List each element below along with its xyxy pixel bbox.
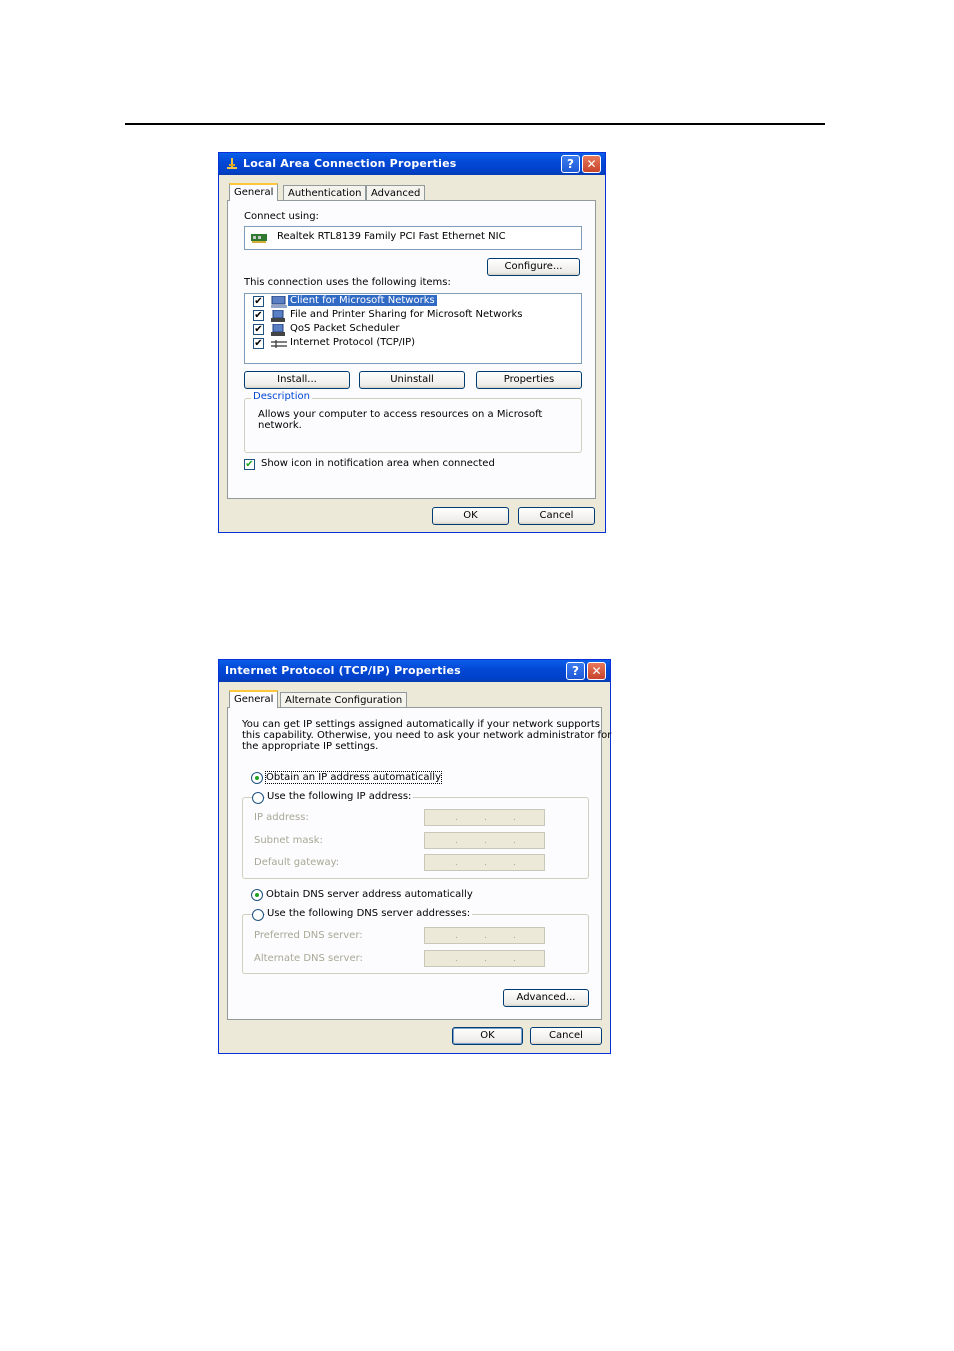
close-button[interactable]: ✕ xyxy=(582,155,601,173)
item-label: Internet Protocol (TCP/IP) xyxy=(290,337,416,348)
qos-scheduler-icon xyxy=(271,324,285,336)
dialog1-titlebar[interactable]: Local Area Connection Properties ? ✕ xyxy=(219,153,605,175)
use-following-dns-label[interactable]: Use the following DNS server addresses: xyxy=(265,908,473,919)
tab-alternate-configuration[interactable]: Alternate Configuration xyxy=(280,692,408,708)
tab-alternate-configuration-label: Alternate Configuration xyxy=(285,695,403,706)
tab-advanced-label: Advanced xyxy=(371,188,421,199)
dialog1-title: Local Area Connection Properties xyxy=(243,157,457,170)
default-gateway-field: ... xyxy=(424,854,545,871)
item-checkbox[interactable]: ✔ xyxy=(253,324,264,335)
radio-selected-dot xyxy=(255,776,259,780)
list-item[interactable]: ✔ QoS Packet Scheduler xyxy=(245,323,581,337)
ok-button[interactable]: OK xyxy=(432,507,509,525)
tab-general[interactable]: General xyxy=(229,183,279,201)
file-sharing-icon xyxy=(271,310,285,322)
preferred-dns-label: Preferred DNS server: xyxy=(254,930,363,941)
help-icon: ? xyxy=(567,157,574,171)
list-item[interactable]: ✔ Internet Protocol (TCP/IP) xyxy=(245,337,581,351)
check-icon: ✔ xyxy=(254,310,263,321)
use-following-dns-radio[interactable] xyxy=(252,909,264,921)
check-icon: ✔ xyxy=(254,338,263,349)
close-icon: ✕ xyxy=(591,664,602,678)
dialog1-general-panel: Connect using: Realtek RTL8139 Family PC… xyxy=(227,200,596,499)
items-label: This connection uses the following items… xyxy=(244,277,451,288)
static-ip-group: Use the following IP address: IP address… xyxy=(242,791,589,879)
help-button[interactable]: ? xyxy=(561,155,580,173)
alternate-dns-label: Alternate DNS server: xyxy=(254,953,363,964)
adapter-field: Realtek RTL8139 Family PCI Fast Ethernet… xyxy=(244,226,582,250)
description-legend: Description xyxy=(251,391,312,402)
description-group: Description Allows your computer to acce… xyxy=(244,391,582,453)
ip-address-field: ... xyxy=(424,809,545,826)
ip-address-label: IP address: xyxy=(254,812,309,823)
network-connection-icon xyxy=(227,158,237,169)
preferred-dns-field: ... xyxy=(424,927,545,944)
dialog2-title: Internet Protocol (TCP/IP) Properties xyxy=(225,664,461,677)
subnet-mask-label: Subnet mask: xyxy=(254,835,323,846)
list-item[interactable]: ✔ Client for Microsoft Networks xyxy=(245,294,581,309)
tab-general[interactable]: General xyxy=(229,690,279,708)
item-label: QoS Packet Scheduler xyxy=(290,323,400,334)
item-checkbox[interactable]: ✔ xyxy=(253,296,264,307)
tab-general-label: General xyxy=(234,187,274,198)
tcpip-properties-dialog: Internet Protocol (TCP/IP) Properties ? … xyxy=(218,659,611,1054)
cancel-button[interactable]: Cancel xyxy=(518,507,595,525)
tab-authentication[interactable]: Authentication xyxy=(283,185,367,201)
connect-using-label: Connect using: xyxy=(244,211,319,222)
intro-text-line1: You can get IP settings assigned automat… xyxy=(242,719,600,730)
item-label: File and Printer Sharing for Microsoft N… xyxy=(290,309,523,320)
use-following-ip-radio[interactable] xyxy=(252,792,264,804)
subnet-mask-field: ... xyxy=(424,832,545,849)
tab-authentication-label: Authentication xyxy=(288,188,362,199)
radio-selected-dot xyxy=(255,893,259,897)
local-area-connection-dialog: Local Area Connection Properties ? ✕ Gen… xyxy=(218,152,606,533)
check-icon: ✔ xyxy=(245,459,254,470)
default-gateway-label: Default gateway: xyxy=(254,857,340,868)
dialog2-general-panel: You can get IP settings assigned automat… xyxy=(227,707,611,1020)
item-label-text: Client for Microsoft Networks xyxy=(287,294,438,307)
use-following-ip-label[interactable]: Use the following IP address: xyxy=(265,791,414,802)
item-label: Client for Microsoft Networks xyxy=(287,294,438,307)
properties-button[interactable]: Properties xyxy=(476,371,582,389)
ok-button[interactable]: OK xyxy=(452,1027,523,1045)
item-checkbox[interactable]: ✔ xyxy=(253,310,264,321)
network-adapter-icon xyxy=(251,234,267,243)
install-button[interactable]: Install... xyxy=(244,371,350,389)
help-button[interactable]: ? xyxy=(566,662,585,680)
intro-text-line3: the appropriate IP settings. xyxy=(242,741,379,752)
dialog2-titlebar[interactable]: Internet Protocol (TCP/IP) Properties ? … xyxy=(219,660,610,682)
static-dns-group: Use the following DNS server addresses: … xyxy=(242,908,589,974)
help-icon: ? xyxy=(572,664,579,678)
protocol-icon xyxy=(271,340,287,348)
uninstall-button[interactable]: Uninstall xyxy=(359,371,465,389)
page-divider-line xyxy=(125,123,825,125)
close-button[interactable]: ✕ xyxy=(587,662,606,680)
check-icon: ✔ xyxy=(254,296,263,307)
components-list[interactable]: ✔ Client for Microsoft Networks ✔ File a… xyxy=(244,293,582,364)
description-text-line1: Allows your computer to access resources… xyxy=(258,409,543,420)
close-icon: ✕ xyxy=(586,157,597,171)
configure-button[interactable]: Configure... xyxy=(487,258,580,276)
alternate-dns-field: ... xyxy=(424,950,545,967)
list-item[interactable]: ✔ File and Printer Sharing for Microsoft… xyxy=(245,309,581,323)
obtain-ip-auto-label[interactable]: Obtain an IP address automatically xyxy=(264,771,443,784)
client-network-icon xyxy=(271,296,287,308)
show-icon-label: Show icon in notification area when conn… xyxy=(261,458,495,469)
intro-text-line2: this capability. Otherwise, you need to … xyxy=(242,730,612,741)
obtain-dns-auto-label[interactable]: Obtain DNS server address automatically xyxy=(266,889,473,900)
description-text-line2: network. xyxy=(258,420,302,431)
obtain-dns-auto-radio[interactable] xyxy=(251,889,263,901)
adapter-name: Realtek RTL8139 Family PCI Fast Ethernet… xyxy=(277,231,506,242)
cancel-button[interactable]: Cancel xyxy=(530,1027,602,1045)
obtain-ip-auto-radio[interactable] xyxy=(251,772,263,784)
item-checkbox[interactable]: ✔ xyxy=(253,338,264,349)
check-icon: ✔ xyxy=(254,324,263,335)
advanced-button[interactable]: Advanced... xyxy=(503,989,589,1007)
show-icon-checkbox[interactable]: ✔ xyxy=(244,459,255,470)
tab-advanced[interactable]: Advanced xyxy=(366,185,426,201)
tab-general-label: General xyxy=(234,694,274,705)
